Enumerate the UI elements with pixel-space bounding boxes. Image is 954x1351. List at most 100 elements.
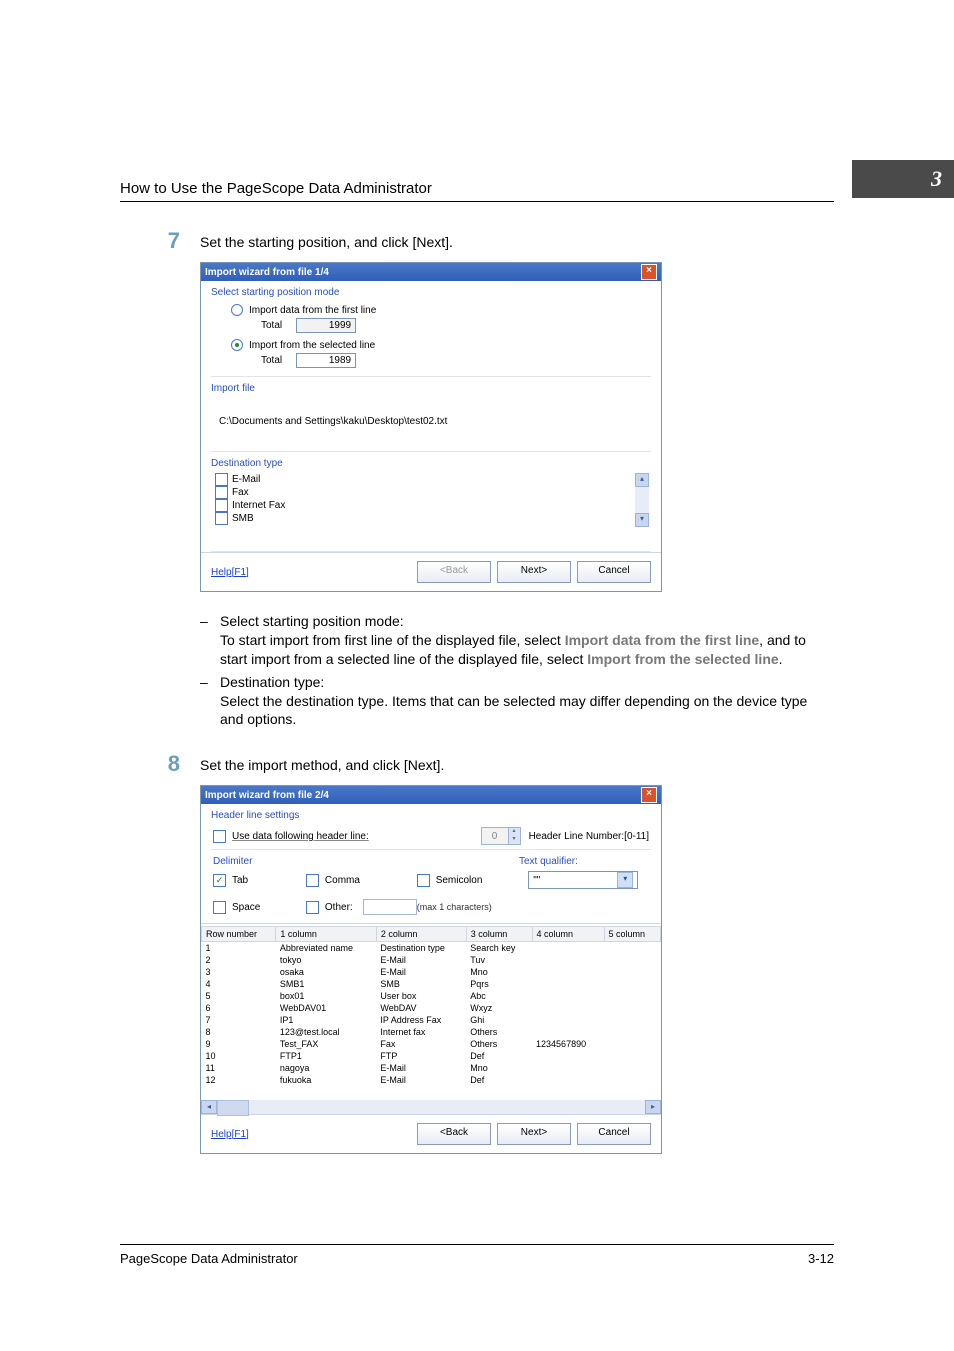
cancel-button[interactable]: Cancel (577, 561, 651, 583)
table-cell: IP1 (276, 1014, 376, 1026)
preview-table[interactable]: Row number1 column2 column3 column4 colu… (201, 926, 661, 1086)
scroll-right-icon[interactable]: ▸ (645, 1100, 661, 1114)
page-header-title: How to Use the PageScope Data Administra… (120, 180, 432, 197)
total-box-2[interactable]: 1989 (296, 353, 356, 368)
table-cell (532, 978, 604, 990)
table-row[interactable]: 12fukuokaE-MailDef (202, 1074, 661, 1086)
dash-bullet: – (200, 612, 220, 669)
import-file-label: Import file (201, 377, 661, 396)
table-cell: Abc (466, 990, 532, 1002)
table-cell: 123@test.local (276, 1026, 376, 1038)
table-cell: Internet fax (376, 1026, 466, 1038)
dest-fax-checkbox[interactable] (215, 486, 228, 499)
use-header-checkbox[interactable] (213, 830, 226, 843)
table-cell (604, 954, 661, 966)
table-cell: Fax (376, 1038, 466, 1050)
spinner-up-icon[interactable]: ▴ (508, 828, 520, 836)
table-cell: E-Mail (376, 954, 466, 966)
scroll-thumb[interactable] (217, 1100, 249, 1116)
footer-left: PageScope Data Administrator (120, 1251, 298, 1266)
dest-internetfax-checkbox[interactable] (215, 499, 228, 512)
table-cell: 10 (202, 1050, 276, 1062)
table-cell: Tuv (466, 954, 532, 966)
radio-import-first-line[interactable] (231, 304, 243, 316)
delimiter-label: Delimiter (213, 856, 519, 867)
table-cell: User box (376, 990, 466, 1002)
scroll-up-icon[interactable]: ▴ (635, 473, 649, 487)
text-qualifier-label: Text qualifier: (519, 856, 649, 867)
dest-scrollbar[interactable]: ▴ ▾ (635, 473, 649, 527)
cancel-button[interactable]: Cancel (577, 1123, 651, 1145)
back-button[interactable]: <Back (417, 1123, 491, 1145)
scroll-left-icon[interactable]: ◂ (201, 1100, 217, 1114)
table-cell: 8 (202, 1026, 276, 1038)
explain-dest-type-label: Destination type: (220, 674, 324, 690)
preview-column-header[interactable]: 5 column (604, 927, 661, 942)
table-cell: 5 (202, 990, 276, 1002)
space-checkbox[interactable] (213, 901, 226, 914)
table-cell: Ghi (466, 1014, 532, 1026)
header-line-spinner[interactable]: 0 ▴▾ (481, 827, 521, 845)
table-row[interactable]: 6WebDAV01WebDAVWxyz (202, 1002, 661, 1014)
horizontal-scrollbar[interactable]: ◂ ▸ (201, 1100, 661, 1114)
comma-checkbox[interactable] (306, 874, 319, 887)
other-label: Other: (325, 902, 353, 913)
table-row[interactable]: 9Test_FAXFaxOthers1234567890 (202, 1038, 661, 1050)
use-header-label: Use data following header line: (232, 831, 369, 842)
destination-type-label: Destination type (201, 452, 661, 471)
preview-column-header[interactable]: 3 column (466, 927, 532, 942)
other-checkbox[interactable] (306, 901, 319, 914)
table-cell: FTP1 (276, 1050, 376, 1062)
dest-item-label: E-Mail (232, 474, 260, 485)
preview-column-header[interactable]: Row number (202, 927, 276, 942)
scroll-down-icon[interactable]: ▾ (635, 513, 649, 527)
spinner-down-icon[interactable]: ▾ (508, 836, 520, 844)
table-row[interactable]: 1Abbreviated nameDestination typeSearch … (202, 942, 661, 955)
table-row[interactable]: 4SMB1SMBPqrs (202, 978, 661, 990)
semicolon-checkbox[interactable] (417, 874, 430, 887)
table-row[interactable]: 5box01User boxAbc (202, 990, 661, 1002)
destination-type-list[interactable]: E-Mail Fax Internet Fax SMB ▴ ▾ (213, 473, 649, 527)
table-row[interactable]: 8123@test.localInternet faxOthers (202, 1026, 661, 1038)
radio-import-first-line-label: Import data from the first line (249, 305, 376, 316)
table-cell: 1 (202, 942, 276, 955)
other-input[interactable] (363, 899, 417, 915)
table-cell: fukuoka (276, 1074, 376, 1086)
close-icon[interactable]: × (641, 787, 657, 803)
table-row[interactable]: 3osakaE-MailMno (202, 966, 661, 978)
text-qualifier-select[interactable]: "" ▾ (528, 871, 638, 889)
table-cell: Mno (466, 1062, 532, 1074)
radio-import-selected-line[interactable] (231, 339, 243, 351)
close-icon[interactable]: × (641, 264, 657, 280)
help-link[interactable]: Help[F1] (211, 1129, 249, 1140)
table-cell (532, 1026, 604, 1038)
table-row[interactable]: 2tokyoE-MailTuv (202, 954, 661, 966)
preview-column-header[interactable]: 2 column (376, 927, 466, 942)
table-row[interactable]: 11nagoyaE-MailMno (202, 1062, 661, 1074)
table-cell: 3 (202, 966, 276, 978)
next-button[interactable]: Next> (497, 561, 571, 583)
table-cell (604, 942, 661, 955)
explain-dest-type-body: Select the destination type. Items that … (220, 693, 807, 728)
step-7-text: Set the starting position, and click [Ne… (200, 230, 453, 250)
preview-column-header[interactable]: 4 column (532, 927, 604, 942)
table-row[interactable]: 10FTP1FTPDef (202, 1050, 661, 1062)
preview-column-header[interactable]: 1 column (276, 927, 376, 942)
step-8-number: 8 (120, 753, 200, 775)
table-cell: FTP (376, 1050, 466, 1062)
help-link[interactable]: Help[F1] (211, 567, 249, 578)
dest-smb-checkbox[interactable] (215, 512, 228, 525)
table-cell: E-Mail (376, 1062, 466, 1074)
tab-checkbox[interactable]: ✓ (213, 874, 226, 887)
dialog1-title: Import wizard from file 1/4 (205, 267, 329, 278)
table-cell (604, 1050, 661, 1062)
table-cell (604, 1062, 661, 1074)
table-cell (604, 1014, 661, 1026)
table-row[interactable]: 7IP1IP Address FaxGhi (202, 1014, 661, 1026)
table-cell (532, 1014, 604, 1026)
chapter-tab: 3 (852, 160, 954, 198)
max-chars-note: (max 1 characters) (417, 902, 529, 912)
explain-start-mode-label: Select starting position mode: (220, 613, 404, 629)
next-button[interactable]: Next> (497, 1123, 571, 1145)
dest-email-checkbox[interactable] (215, 473, 228, 486)
